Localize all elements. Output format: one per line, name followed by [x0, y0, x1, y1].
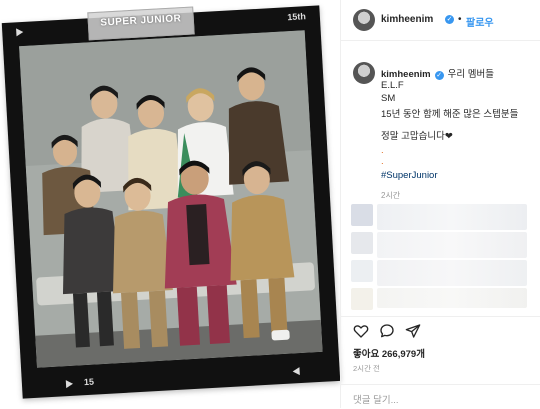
- post-sidebar: kimheenim ✓ • 팔로우 kimheenim ✓ 우리 멤버들 E.L.F…: [341, 0, 540, 408]
- group-photo: [19, 30, 323, 368]
- caption-line: 정말 고맙습니다❤: [381, 131, 453, 142]
- comment-bar: 댓글 달기...: [341, 384, 540, 409]
- post-media[interactable]: SUPER JUNIOR 15th 15: [0, 0, 341, 408]
- frame-arrow-icon: [16, 27, 24, 37]
- blurred-avatar: [351, 288, 373, 310]
- header-username[interactable]: kimheenim: [381, 14, 433, 25]
- blurred-comment: [377, 288, 527, 308]
- blurred-comments: [347, 200, 535, 312]
- avatar[interactable]: [353, 9, 375, 31]
- group-photo-illustration: [19, 30, 323, 368]
- post-time: 2시간 전: [353, 364, 380, 373]
- blurred-avatar: [351, 204, 373, 226]
- blurred-comment: [377, 260, 527, 286]
- caption-first-line: kimheenim ✓ 우리 멤버들: [381, 66, 494, 80]
- frame-number-bottom: 15: [83, 376, 95, 388]
- caption-username[interactable]: kimheenim: [381, 69, 431, 80]
- polaroid-frame: SUPER JUNIOR 15th 15: [1, 5, 341, 399]
- heart-icon[interactable]: [353, 323, 369, 339]
- caption-line: SM: [381, 93, 396, 104]
- avatar[interactable]: [353, 62, 375, 84]
- verified-badge-icon: ✓: [434, 71, 444, 80]
- caption-line: .: [381, 156, 384, 167]
- header-separator: •: [458, 14, 462, 25]
- likes-count[interactable]: 좋아요 266,979개: [353, 346, 425, 360]
- blurred-comment: [377, 204, 527, 230]
- share-icon[interactable]: [405, 323, 421, 339]
- tape-text: SUPER JUNIOR: [100, 13, 182, 29]
- comment-input[interactable]: 댓글 달기...: [353, 392, 399, 406]
- follow-button[interactable]: 팔로우: [466, 14, 494, 29]
- comment-icon[interactable]: [379, 323, 395, 339]
- action-bar: [341, 316, 540, 343]
- caption-line: 15년 동안 함께 해준 많은 스텝분들: [381, 109, 519, 120]
- verified-badge-icon: ✓: [445, 15, 454, 24]
- frame-number-top: 15th: [287, 11, 307, 23]
- blurred-avatar: [351, 232, 373, 254]
- caption-line: E.L.F: [381, 80, 404, 91]
- caption-line: 우리 멤버들: [447, 69, 494, 80]
- blurred-avatar: [351, 260, 373, 282]
- blurred-comment: [377, 232, 527, 258]
- frame-arrow-icon: [292, 367, 300, 376]
- post-header: kimheenim ✓ • 팔로우: [341, 0, 540, 41]
- hashtag-link[interactable]: #SuperJunior: [381, 170, 438, 181]
- frame-arrow-icon: [65, 379, 74, 389]
- caption-line: .: [381, 145, 384, 156]
- tape-label: SUPER JUNIOR: [87, 6, 195, 41]
